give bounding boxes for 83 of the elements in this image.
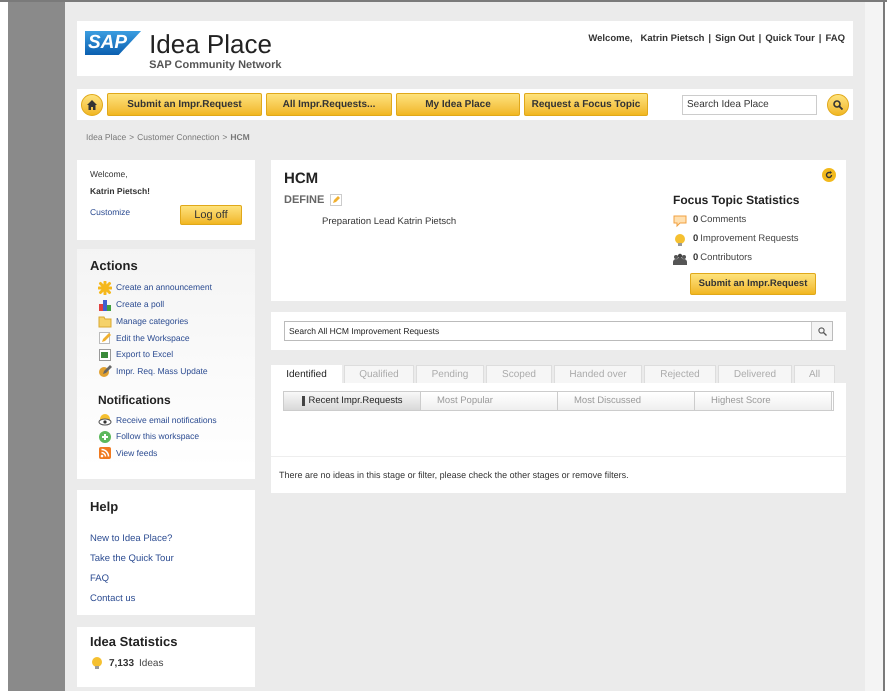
link-separator: |: [758, 32, 762, 46]
pencil-icon: [98, 364, 112, 378]
action-link[interactable]: Export to Excel: [116, 348, 174, 361]
link-separator: |: [818, 32, 822, 46]
idea-count: 7,133: [109, 656, 134, 670]
action-link[interactable]: Impr. Req. Mass Update: [116, 364, 208, 378]
action-link[interactable]: Manage categories: [116, 314, 188, 328]
stat-count: 0: [693, 251, 698, 266]
edit-icon: [330, 194, 342, 206]
search-value: Search All HCM Improvement Requests: [288, 324, 440, 338]
people-icon: [673, 252, 687, 266]
breadcrumb-separator: >: [222, 131, 228, 144]
action-link[interactable]: Edit the Workspace: [116, 332, 190, 344]
user-name: Katrin Pietsch!: [90, 184, 151, 198]
header-link[interactable]: FAQ: [825, 32, 845, 46]
stage-tab[interactable]: Identified: [271, 365, 342, 383]
action-link[interactable]: Create a poll: [116, 298, 164, 311]
home-button[interactable]: [81, 94, 103, 116]
header-link[interactable]: Sign Out: [715, 32, 755, 46]
stats-title: Focus Topic Statistics: [673, 192, 800, 209]
breadcrumb-link[interactable]: HCM: [230, 131, 250, 144]
search-field[interactable]: Search Idea Place: [682, 94, 817, 114]
home-icon: [87, 100, 97, 110]
empty-message: There are no ideas in this stage or filter, please check the other stages or remove filters.: [279, 469, 630, 482]
customize-link[interactable]: Customize: [90, 206, 130, 218]
eye-icon: [98, 412, 112, 427]
action-link[interactable]: View feeds: [116, 446, 158, 460]
light-bulb-icon: [90, 656, 104, 670]
stage-label: DEFINE: [284, 192, 324, 208]
section-title: Actions: [90, 257, 139, 275]
logoff-button[interactable]: Log off: [180, 205, 242, 225]
welcome-text: Welcome,: [90, 168, 129, 181]
sort-tab[interactable]: Recent Impr.Requests: [284, 392, 421, 410]
grip-icon: [302, 396, 304, 406]
stat-label: Improvement Requests: [700, 232, 799, 246]
feed-icon: [98, 446, 112, 460]
header-link[interactable]: Katrin Pietsch: [640, 32, 704, 46]
nav-button[interactable]: Request a Focus Topic: [524, 93, 648, 116]
section-title: Help: [90, 498, 120, 516]
stat-count: 0: [693, 213, 698, 228]
sap-logo: SAP: [85, 31, 142, 55]
speech-bubble-icon: [673, 214, 687, 228]
action-link[interactable]: Follow this workspace: [116, 430, 200, 444]
section-title: Idea Statistics: [90, 633, 178, 651]
light-bulb-icon: [673, 232, 687, 246]
breadcrumb-link[interactable]: Customer Connection: [137, 131, 220, 144]
site-subtitle: SAP Community Network: [149, 58, 282, 73]
nav-button[interactable]: My Idea Place: [396, 93, 520, 116]
header-link[interactable]: Quick Tour: [765, 32, 815, 46]
search-field[interactable]: Search All HCM Improvement Requests: [284, 321, 833, 341]
section-title: Notifications: [97, 392, 172, 409]
stat-label: Contributors: [700, 251, 752, 266]
star-icon: [98, 280, 112, 295]
help-link[interactable]: New to Idea Place?: [90, 532, 172, 544]
folder-icon: [98, 314, 112, 328]
breadcrumb-separator: >: [129, 131, 134, 144]
bar-chart-icon: [98, 298, 112, 312]
help-link[interactable]: Contact us: [90, 592, 136, 604]
pencil-icon: [98, 330, 112, 345]
breadcrumb-link[interactable]: Idea Place: [86, 131, 126, 144]
lead-text: Preparation Lead Katrin Pietsch: [322, 215, 456, 229]
welcome-text: Welcome,: [588, 32, 633, 46]
search-icon: [818, 326, 826, 336]
site-title: Idea Place: [149, 31, 273, 57]
stat-count: 0: [693, 232, 698, 246]
refresh-button[interactable]: [822, 168, 836, 182]
topic-title: HCM: [284, 169, 320, 189]
help-link[interactable]: Take the Quick Tour: [90, 552, 174, 564]
help-link[interactable]: FAQ: [90, 572, 110, 584]
action-link[interactable]: Receive email notifications: [116, 414, 217, 426]
search-button[interactable]: [827, 94, 849, 116]
submit-button[interactable]: Submit an Impr.Request: [690, 273, 816, 295]
nav-button[interactable]: Submit an Impr.Request: [107, 93, 262, 116]
action-link[interactable]: Create an announcement: [116, 281, 212, 294]
refresh-icon: [825, 171, 833, 179]
search-button[interactable]: [811, 322, 832, 340]
link-separator: |: [708, 32, 712, 46]
plus-icon: [98, 430, 112, 444]
spreadsheet-icon: [98, 348, 112, 362]
idea-label: Ideas: [139, 656, 164, 670]
nav-button[interactable]: All Impr.Requests...: [266, 93, 392, 116]
stat-label: Comments: [700, 213, 746, 228]
search-icon: [833, 100, 843, 110]
